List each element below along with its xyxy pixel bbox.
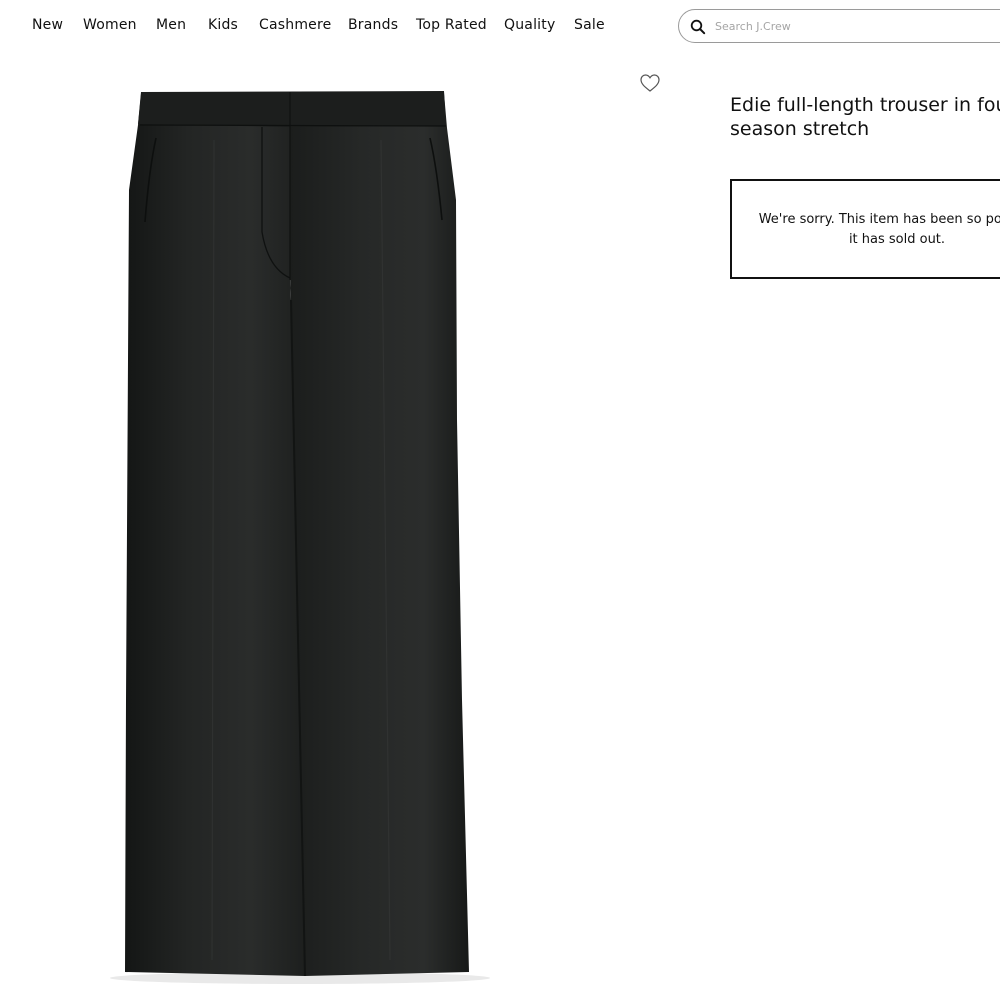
nav-item-quality[interactable]: Quality (504, 17, 555, 33)
search-input[interactable] (715, 16, 995, 36)
top-navigation: New Women Men Kids Cashmere Brands Top R… (0, 0, 1000, 54)
sold-out-line-1: We're sorry. This item has been so popul… (758, 212, 1000, 227)
nav-item-new[interactable]: New (32, 17, 63, 33)
search-icon[interactable] (690, 19, 706, 35)
search-bar[interactable] (678, 9, 1000, 43)
nav-item-cashmere[interactable]: Cashmere (259, 17, 331, 33)
product-page: New Women Men Kids Cashmere Brands Top R… (0, 0, 1000, 1000)
nav-item-kids[interactable]: Kids (208, 17, 238, 33)
nav-item-women[interactable]: Women (83, 17, 137, 33)
sold-out-notice: We're sorry. This item has been so popul… (730, 179, 1000, 279)
product-image (0, 56, 672, 1000)
sold-out-line-2: it has sold out. (848, 232, 946, 247)
nav-item-brands[interactable]: Brands (348, 17, 398, 33)
product-title: Edie full-length trouser in four- season… (730, 93, 1000, 141)
nav-item-men[interactable]: Men (156, 17, 186, 33)
product-title-line-1: Edie full-length trouser in four- (730, 94, 1000, 116)
product-title-line-2: season stretch (730, 118, 870, 140)
sold-out-message: We're sorry. This item has been so popul… (732, 210, 1000, 250)
nav-item-sale[interactable]: Sale (574, 17, 605, 33)
trouser-image (110, 91, 490, 984)
heart-outline-icon[interactable] (639, 73, 661, 93)
nav-item-top-rated[interactable]: Top Rated (416, 17, 487, 33)
